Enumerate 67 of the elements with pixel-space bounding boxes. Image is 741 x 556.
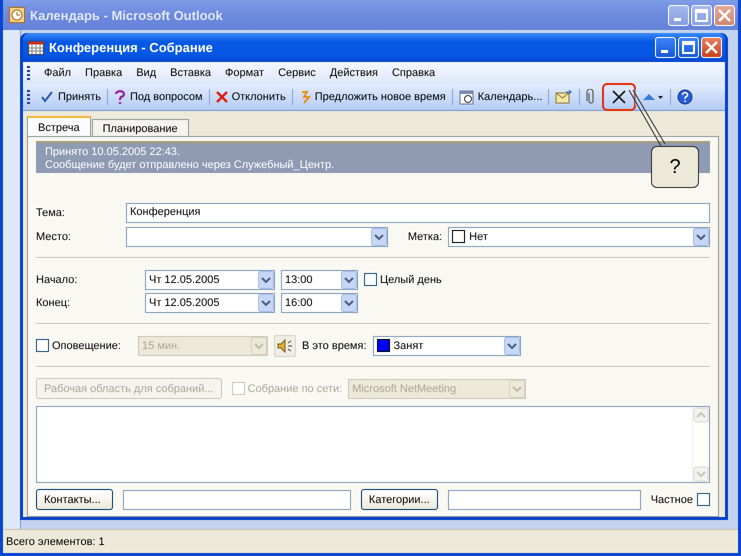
info-text: Принято 10.05.2005 22:43. xyxy=(45,146,180,158)
tab[interactable]: Планирование xyxy=(92,119,189,136)
checkbox[interactable] xyxy=(697,493,710,506)
checkbox-label: Целый день xyxy=(380,274,442,286)
calendar-icon xyxy=(28,40,44,54)
close-button[interactable] xyxy=(701,37,722,58)
menu-item[interactable]: Справка xyxy=(386,65,442,81)
clock-icon xyxy=(9,7,25,23)
maximize-button[interactable] xyxy=(691,4,712,26)
toolbar-button[interactable]: Принять xyxy=(37,87,104,107)
checkbox-label: Частное xyxy=(650,494,693,506)
help-icon xyxy=(677,89,694,105)
window-title: Конференция - Собрание xyxy=(49,40,214,55)
subject-field[interactable]: Конференция xyxy=(126,202,710,222)
close-button[interactable] xyxy=(714,4,735,26)
field-label: Метка: xyxy=(408,230,442,242)
time-dropdown[interactable]: 16:00 xyxy=(281,292,358,312)
minimize-button[interactable] xyxy=(655,37,676,58)
envelope-icon xyxy=(555,90,574,104)
categories-field[interactable] xyxy=(448,490,641,510)
date-dropdown[interactable]: Чт 12.05.2005 xyxy=(145,292,275,312)
tab[interactable]: Встреча xyxy=(27,116,91,136)
tag-dropdown[interactable]: Нет xyxy=(448,226,710,246)
notes-field[interactable] xyxy=(36,406,710,483)
check-icon xyxy=(40,90,54,104)
window-title: Календарь - Microsoft Outlook xyxy=(30,8,224,22)
menu-item[interactable]: Действия xyxy=(324,65,384,81)
contacts-field[interactable] xyxy=(122,490,351,510)
status-dropdown[interactable]: Занят xyxy=(372,336,521,356)
location-field[interactable] xyxy=(126,226,388,246)
menu-item[interactable]: Вставка xyxy=(164,65,218,81)
menu-item[interactable]: Сервис xyxy=(272,65,322,81)
toolbar-button[interactable]: Под вопросом xyxy=(110,87,206,107)
cross-icon xyxy=(216,91,228,103)
maximize-button[interactable] xyxy=(678,37,699,58)
minimize-icon xyxy=(674,18,681,20)
categories-button[interactable]: Категории... xyxy=(360,489,438,510)
toolbar-button[interactable]: Календарь... xyxy=(456,87,546,107)
checkbox[interactable] xyxy=(364,273,377,286)
minimize-button[interactable] xyxy=(668,4,689,26)
menu-item[interactable]: Правка xyxy=(79,65,128,81)
up-arrow-icon xyxy=(642,92,664,102)
field-label: Место: xyxy=(36,230,72,242)
callout: ? xyxy=(651,146,699,188)
sound-button[interactable] xyxy=(274,334,296,356)
contacts-button[interactable]: Контакты... xyxy=(36,489,113,510)
status-text: Всего элементов: 1 xyxy=(6,536,105,548)
info-text: Сообщение будет отправлено через Служебный_Центр. xyxy=(45,159,334,171)
toolbar-button[interactable]: Предложить новое время xyxy=(296,87,449,107)
menu-item[interactable]: Формат xyxy=(219,65,270,81)
paperclip-icon xyxy=(586,89,596,105)
checkbox-label: Собрание по сети: xyxy=(248,382,342,394)
menu-item[interactable]: Вид xyxy=(130,65,162,81)
field-label: В это время: xyxy=(302,340,367,352)
menu-item[interactable]: Файл xyxy=(38,65,78,81)
field-label: Конец: xyxy=(36,296,72,308)
delete-icon xyxy=(612,90,626,104)
question-icon xyxy=(114,90,126,104)
speaker-icon xyxy=(277,338,293,352)
checkbox-label: Оповещение: xyxy=(52,340,121,352)
field-label: Начало: xyxy=(36,274,78,286)
time-dropdown[interactable]: 13:00 xyxy=(281,270,358,290)
calendar-icon xyxy=(458,90,474,104)
field-label: Тема: xyxy=(36,206,66,218)
minimize-icon xyxy=(661,50,668,53)
toolbar-button[interactable]: Отклонить xyxy=(212,87,289,107)
date-dropdown[interactable]: Чт 12.05.2005 xyxy=(145,270,275,290)
